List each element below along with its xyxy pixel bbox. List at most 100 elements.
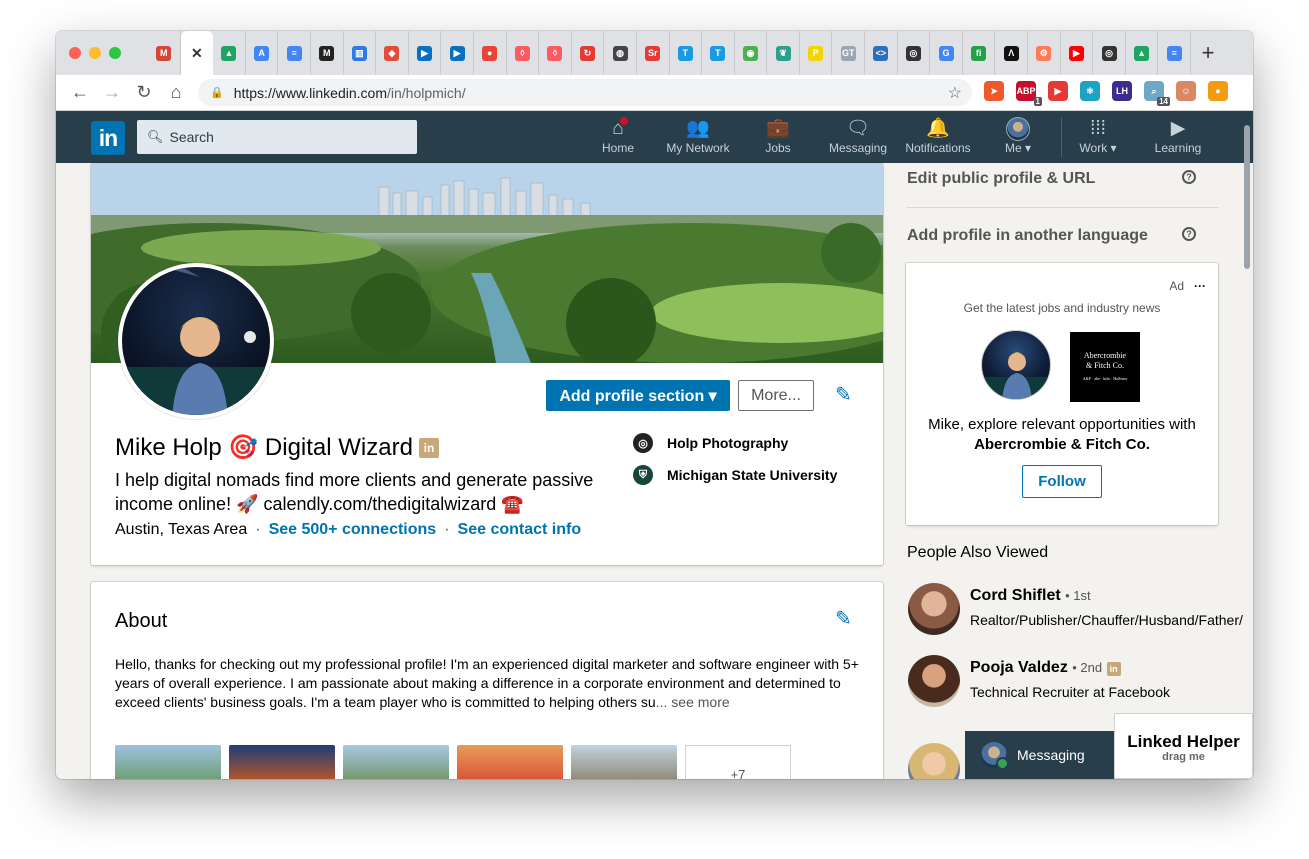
ad-menu-button[interactable]: ··· [1194, 279, 1206, 293]
browser-tab[interactable]: ▲ [213, 31, 246, 75]
connection-degree: • 2nd [1072, 660, 1103, 675]
edit-about-pencil-icon[interactable]: ✎ [835, 606, 852, 631]
screencast-icon: ▶ [417, 45, 433, 61]
media-thumbnail[interactable] [343, 745, 449, 779]
current-company[interactable]: ◎ Holp Photography [633, 433, 788, 453]
abercrombie-logo[interactable]: Abercrombie & Fitch Co. A&F · abe · kids… [1070, 332, 1140, 402]
new-tab-button[interactable]: + [1191, 40, 1225, 66]
linked-helper-widget[interactable]: Linked Helper drag me [1114, 713, 1253, 779]
home-button[interactable]: ⌂ [160, 82, 192, 103]
media-thumbnail[interactable] [571, 745, 677, 779]
profile-photo[interactable] [118, 263, 274, 419]
browser-tab[interactable]: fi [963, 31, 996, 75]
add-profile-section-button[interactable]: Add profile section ▾ [546, 380, 730, 411]
lighthouse-ext-icon[interactable]: LH [1112, 81, 1132, 101]
browser-tab[interactable]: ◉ [735, 31, 768, 75]
nav-item-learning[interactable]: ▶ Learning [1138, 117, 1218, 161]
search-placeholder: Search [169, 129, 214, 145]
linked-helper-drag-hint: drag me [1162, 751, 1205, 763]
medium-icon: M [319, 45, 335, 61]
page-scrollbar[interactable] [1244, 125, 1250, 269]
react-ext-icon[interactable]: ⚛ [1080, 81, 1100, 101]
follow-button[interactable]: Follow [1022, 465, 1102, 498]
orange-ext-icon[interactable]: ● [1208, 81, 1228, 101]
browser-tab[interactable]: ◎ [1093, 31, 1126, 75]
browser-tab[interactable]: ↻ [572, 31, 605, 75]
browser-tab[interactable]: M [311, 31, 344, 75]
browser-tab[interactable]: ✕ [180, 31, 214, 75]
nav-item-work[interactable]: ⁞⁞⁞ Work ▾ [1058, 117, 1138, 161]
browser-tab[interactable]: ◍ [604, 31, 637, 75]
media-thumbnail[interactable] [457, 745, 563, 779]
nav-item-jobs[interactable]: 💼 Jobs [738, 117, 818, 161]
browser-tab[interactable]: T [702, 31, 735, 75]
browser-tab[interactable]: A [246, 31, 279, 75]
help-icon[interactable]: ? [1182, 227, 1196, 241]
minimize-window-button[interactable] [89, 47, 101, 59]
profile-ext-icon[interactable]: ☺ [1176, 81, 1196, 101]
ad-label: Ad [1169, 279, 1184, 293]
close-window-button[interactable] [69, 47, 81, 59]
rocket-ext-icon[interactable]: ➤ [984, 81, 1004, 101]
close-icon[interactable]: ✕ [189, 45, 204, 61]
globe-icon: ◍ [612, 45, 628, 61]
search-ext-icon[interactable]: ⌕ 14 [1144, 81, 1170, 106]
linkedin-logo-icon[interactable]: in [91, 121, 125, 155]
browser-tab[interactable]: Sr [637, 31, 670, 75]
search-input[interactable]: 🔍︎ Search [137, 120, 417, 154]
back-button[interactable]: ← [64, 82, 96, 103]
browser-tab[interactable]: <> [865, 31, 898, 75]
reload-button[interactable]: ↻ [128, 82, 160, 103]
browser-tab[interactable]: ▲ [1126, 31, 1159, 75]
more-media-button[interactable]: +7 [685, 745, 791, 779]
bookmark-star-icon[interactable]: ☆ [948, 83, 962, 103]
nav-label: Messaging [828, 141, 888, 155]
contact-info-link[interactable]: See contact info [458, 521, 582, 539]
see-more-link[interactable]: ... see more [656, 694, 730, 710]
education-school[interactable]: ⛨ Michigan State University [633, 465, 837, 485]
browser-tab[interactable]: P [800, 31, 833, 75]
browser-tab[interactable]: ⚙ [1028, 31, 1061, 75]
browser-tab[interactable]: ≡ [278, 31, 311, 75]
nav-label: Notifications [905, 141, 971, 155]
adblock-ext-icon[interactable]: ABP 1 [1016, 81, 1042, 106]
browser-tab[interactable]: ◊ [539, 31, 572, 75]
browser-tab[interactable]: ◊ [507, 31, 540, 75]
add-language-profile-link[interactable]: Add profile in another language [907, 227, 1148, 245]
browser-tab[interactable]: ≡ [1158, 31, 1191, 75]
help-icon[interactable]: ? [1182, 170, 1196, 184]
browser-tab[interactable]: GT [832, 31, 866, 75]
browser-tab[interactable]: ● [474, 31, 507, 75]
browser-tab[interactable]: M [148, 31, 181, 75]
home-icon: ⌂ [612, 115, 630, 141]
browser-tab[interactable]: ▥ [344, 31, 377, 75]
edit-public-profile-link[interactable]: Edit public profile & URL [907, 170, 1095, 188]
browser-tab[interactable]: ❦ [767, 31, 800, 75]
browser-tab[interactable]: ▶ [441, 31, 474, 75]
nav-item-my-network[interactable]: 👥 My Network [658, 117, 738, 161]
nav-item-messaging[interactable]: 🗨 Messaging [818, 117, 898, 161]
browser-tab[interactable]: ▶ [409, 31, 442, 75]
more-button[interactable]: More... [738, 380, 814, 411]
browser-tab[interactable]: Λ [995, 31, 1029, 75]
nav-divider [1061, 117, 1062, 157]
messaging-bar[interactable]: Messaging [965, 731, 1115, 779]
media-thumbnail[interactable] [229, 745, 335, 779]
edit-intro-pencil-icon[interactable]: ✎ [835, 382, 852, 407]
browser-tab[interactable]: ▶ [1061, 31, 1094, 75]
connections-link[interactable]: See 500+ connections [269, 521, 437, 539]
nav-item-home[interactable]: ⌂ Home [578, 115, 658, 161]
nav-item-me[interactable]: Me ▾ [978, 117, 1058, 161]
browser-tab[interactable]: G [930, 31, 963, 75]
browser-tab[interactable]: ◎ [898, 31, 931, 75]
a-icon: Λ [1003, 45, 1019, 61]
forward-button[interactable]: → [96, 82, 128, 103]
browser-tab[interactable]: ◆ [376, 31, 409, 75]
zoom-window-button[interactable] [109, 47, 121, 59]
nav-label: Learning [1154, 141, 1202, 155]
media-thumbnail[interactable] [115, 745, 221, 779]
url-input[interactable]: 🔒 https://www.linkedin.com/in/holpmich/ … [198, 79, 972, 106]
forward-ext-icon[interactable]: ▶ [1048, 81, 1068, 101]
browser-tab[interactable]: T [670, 31, 703, 75]
nav-item-notifications[interactable]: 🔔 Notifications [898, 117, 978, 161]
